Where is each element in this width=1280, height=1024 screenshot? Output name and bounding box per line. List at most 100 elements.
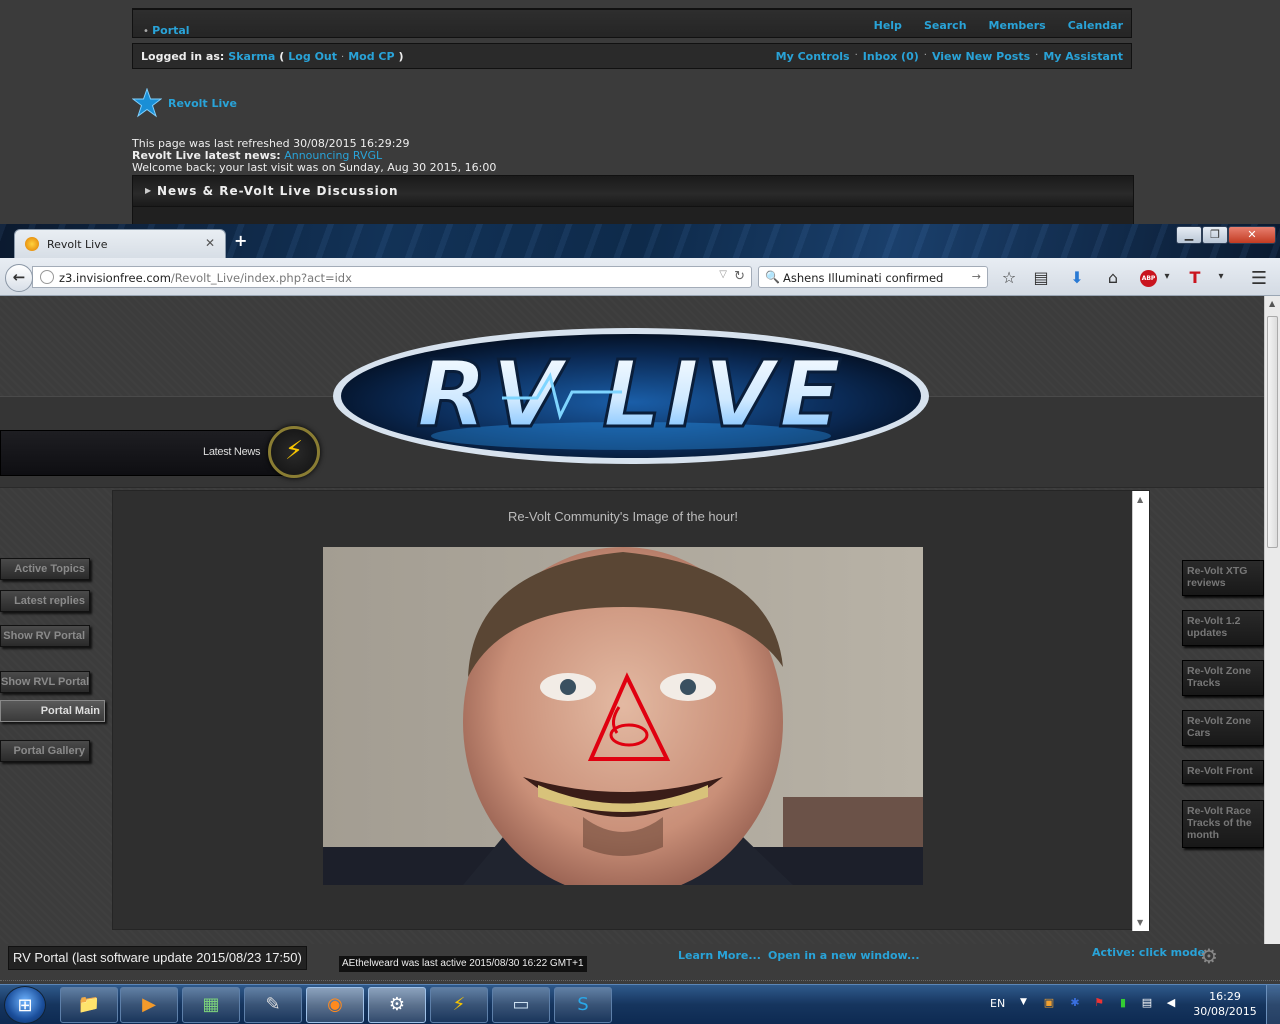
show-rv-portal-button[interactable]: Show RV Portal bbox=[0, 625, 90, 647]
lightning-icon[interactable]: ⚡ bbox=[268, 426, 320, 478]
paren-open: ( bbox=[279, 50, 285, 63]
explorer-taskbar-icon[interactable]: 📁 bbox=[60, 987, 118, 1023]
navigation-toolbar: z3.invisionfree.com/Revolt_Live/index.ph… bbox=[0, 258, 1280, 296]
revolt-front-button[interactable]: Re-Volt Front bbox=[1182, 760, 1264, 784]
url-domain: z3.invisionfree.com bbox=[59, 271, 171, 285]
open-new-window-link[interactable]: Open in a new window... bbox=[768, 949, 920, 962]
tray-app-icon[interactable]: ▣ bbox=[1042, 996, 1056, 1010]
calendar-link[interactable]: Calendar bbox=[1068, 19, 1123, 32]
my-assistant-link[interactable]: My Assistant bbox=[1043, 50, 1123, 63]
downloads-icon[interactable]: ⬇ bbox=[1066, 268, 1088, 288]
inbox-link[interactable]: Inbox (0) bbox=[863, 50, 919, 63]
image-caption: Re-Volt Community's Image of the hour! bbox=[507, 509, 739, 524]
updates-button[interactable]: Re-Volt 1.2 updates bbox=[1182, 610, 1264, 646]
portal-link[interactable]: Portal bbox=[152, 24, 190, 37]
network-icon[interactable]: ▤ bbox=[1140, 996, 1154, 1010]
show-rvl-portal-button[interactable]: Show RVL Portal bbox=[0, 671, 90, 693]
search-box[interactable]: 🔍 Ashens Illuminati confirmed → bbox=[758, 266, 988, 288]
category-header[interactable]: ▶ News & Re-Volt Live Discussion bbox=[132, 175, 1134, 207]
logged-in-label: Logged in as: bbox=[141, 50, 225, 63]
logout-link[interactable]: Log Out bbox=[288, 50, 337, 63]
view-new-posts-link[interactable]: View New Posts bbox=[932, 50, 1030, 63]
site-name[interactable]: Revolt Live bbox=[168, 97, 237, 110]
site-logo[interactable]: Revolt Live bbox=[132, 88, 237, 118]
task-manager-taskbar-icon[interactable]: ▦ bbox=[182, 987, 240, 1023]
close-window-button[interactable]: ✕ bbox=[1228, 226, 1276, 244]
page-content: RV LIVE Latest News ⚡ Re-Volt Community'… bbox=[0, 296, 1264, 980]
portal-main-button[interactable]: Portal Main bbox=[0, 700, 105, 722]
url-bar[interactable]: z3.invisionfree.com/Revolt_Live/index.ph… bbox=[32, 266, 752, 288]
last-active-tooltip: AEthelweard was last active 2015/08/30 1… bbox=[339, 956, 587, 972]
notepad-taskbar-icon[interactable]: ▭ bbox=[492, 987, 550, 1023]
xtg-reviews-label: Re-Volt XTG reviews bbox=[1187, 565, 1248, 589]
adblock-icon[interactable]: ABP bbox=[1140, 270, 1157, 287]
rv-live-logo: RV LIVE bbox=[333, 328, 929, 464]
reload-icon[interactable]: ↻ bbox=[734, 269, 745, 284]
latest-replies-button[interactable]: Latest replies bbox=[0, 590, 90, 612]
help-link[interactable]: Help bbox=[874, 19, 902, 32]
language-indicator[interactable]: EN bbox=[990, 997, 1005, 1010]
skype-taskbar-icon[interactable]: S bbox=[554, 987, 612, 1023]
logo-text: RV LIVE bbox=[417, 341, 846, 448]
latest-news-bar[interactable]: Latest News bbox=[0, 430, 300, 476]
tab-close-icon[interactable]: ✕ bbox=[205, 236, 215, 250]
menu-icon[interactable]: ☰ bbox=[1248, 268, 1270, 289]
steam-taskbar-icon[interactable]: ⚙ bbox=[368, 987, 426, 1023]
page-scroll-thumb[interactable] bbox=[1267, 316, 1278, 548]
zone-tracks-label: Re-Volt Zone Tracks bbox=[1187, 665, 1251, 689]
scroll-up-icon[interactable]: ▲ bbox=[1137, 495, 1143, 504]
bluetooth-icon[interactable]: ✱ bbox=[1068, 996, 1082, 1010]
show-desktop-button[interactable] bbox=[1266, 985, 1280, 1024]
bookmarks-menu-icon[interactable]: ▤ bbox=[1030, 268, 1052, 288]
bookmark-star-icon[interactable]: ☆ bbox=[998, 268, 1020, 288]
gear-icon[interactable]: ⚙ bbox=[1200, 944, 1218, 968]
search-go-icon[interactable]: → bbox=[972, 270, 981, 283]
media-player-taskbar-icon[interactable]: ▶ bbox=[120, 987, 178, 1023]
xtg-reviews-button[interactable]: Re-Volt XTG reviews bbox=[1182, 560, 1264, 596]
revolt-front-label: Re-Volt Front bbox=[1187, 765, 1253, 777]
active-mode-link[interactable]: Active: click mode bbox=[1092, 946, 1205, 959]
title-bar: Revolt Live ✕ + ▁ ❐ ✕ bbox=[0, 224, 1280, 258]
members-link[interactable]: Members bbox=[989, 19, 1046, 32]
back-button[interactable]: ← bbox=[5, 264, 33, 292]
page-scrollbar[interactable]: ▲ ▼ bbox=[1264, 296, 1280, 980]
start-button[interactable]: ⊞ bbox=[4, 986, 46, 1024]
username-link[interactable]: Skarma bbox=[228, 50, 275, 63]
new-tab-button[interactable]: + bbox=[234, 231, 247, 250]
clock[interactable]: 16:29 30/08/2015 bbox=[1190, 989, 1260, 1019]
active-topics-button[interactable]: Active Topics bbox=[0, 558, 90, 580]
portal-gallery-button[interactable]: Portal Gallery bbox=[0, 740, 90, 762]
clock-time: 16:29 bbox=[1209, 990, 1241, 1003]
zone-cars-button[interactable]: Re-Volt Zone Cars bbox=[1182, 710, 1264, 746]
learn-more-link[interactable]: Learn More... bbox=[678, 949, 761, 962]
search-query: Ashens Illuminati confirmed bbox=[783, 271, 944, 285]
maximize-button[interactable]: ❐ bbox=[1202, 226, 1228, 244]
t-extension-icon[interactable]: T bbox=[1184, 268, 1206, 288]
scroll-down-icon[interactable]: ▼ bbox=[1137, 918, 1143, 927]
flag-icon[interactable]: ⚑ bbox=[1092, 996, 1106, 1010]
url-dropdown-icon[interactable]: ▽ bbox=[719, 269, 727, 280]
forum-nav-bar: • Portal Help Search Members Calendar bbox=[132, 8, 1132, 38]
my-controls-link[interactable]: My Controls bbox=[776, 50, 850, 63]
zone-tracks-button[interactable]: Re-Volt Zone Tracks bbox=[1182, 660, 1264, 696]
adblock-dropdown-icon[interactable]: ▾ bbox=[1156, 271, 1178, 291]
browser-tab[interactable]: Revolt Live ✕ bbox=[14, 229, 226, 258]
search-link[interactable]: Search bbox=[924, 19, 967, 32]
firefox-taskbar-icon[interactable]: ◉ bbox=[306, 987, 364, 1023]
home-icon[interactable]: ⌂ bbox=[1102, 268, 1124, 288]
tray-arrow-icon[interactable]: ▼ bbox=[1020, 997, 1027, 1007]
page-scroll-up-icon[interactable]: ▲ bbox=[1269, 299, 1275, 308]
firefox-window: Revolt Live ✕ + ▁ ❐ ✕ z3.invisionfree.co… bbox=[0, 224, 1280, 980]
favicon-icon bbox=[25, 237, 39, 251]
paint-taskbar-icon[interactable]: ✎ bbox=[244, 987, 302, 1023]
battery-icon[interactable]: ▮ bbox=[1116, 996, 1130, 1010]
panel-scrollbar[interactable]: ▲ ▼ bbox=[1132, 491, 1149, 931]
zone-cars-label: Re-Volt Zone Cars bbox=[1187, 715, 1251, 739]
image-of-hour bbox=[323, 547, 923, 885]
revolt-taskbar-icon[interactable]: ⚡ bbox=[430, 987, 488, 1023]
modcp-link[interactable]: Mod CP bbox=[348, 50, 394, 63]
minimize-button[interactable]: ▁ bbox=[1176, 226, 1202, 244]
volume-icon[interactable]: ◀ bbox=[1164, 996, 1178, 1010]
race-tracks-month-button[interactable]: Re-Volt Race Tracks of the month bbox=[1182, 800, 1264, 848]
extension-dropdown-icon[interactable]: ▾ bbox=[1210, 271, 1232, 291]
